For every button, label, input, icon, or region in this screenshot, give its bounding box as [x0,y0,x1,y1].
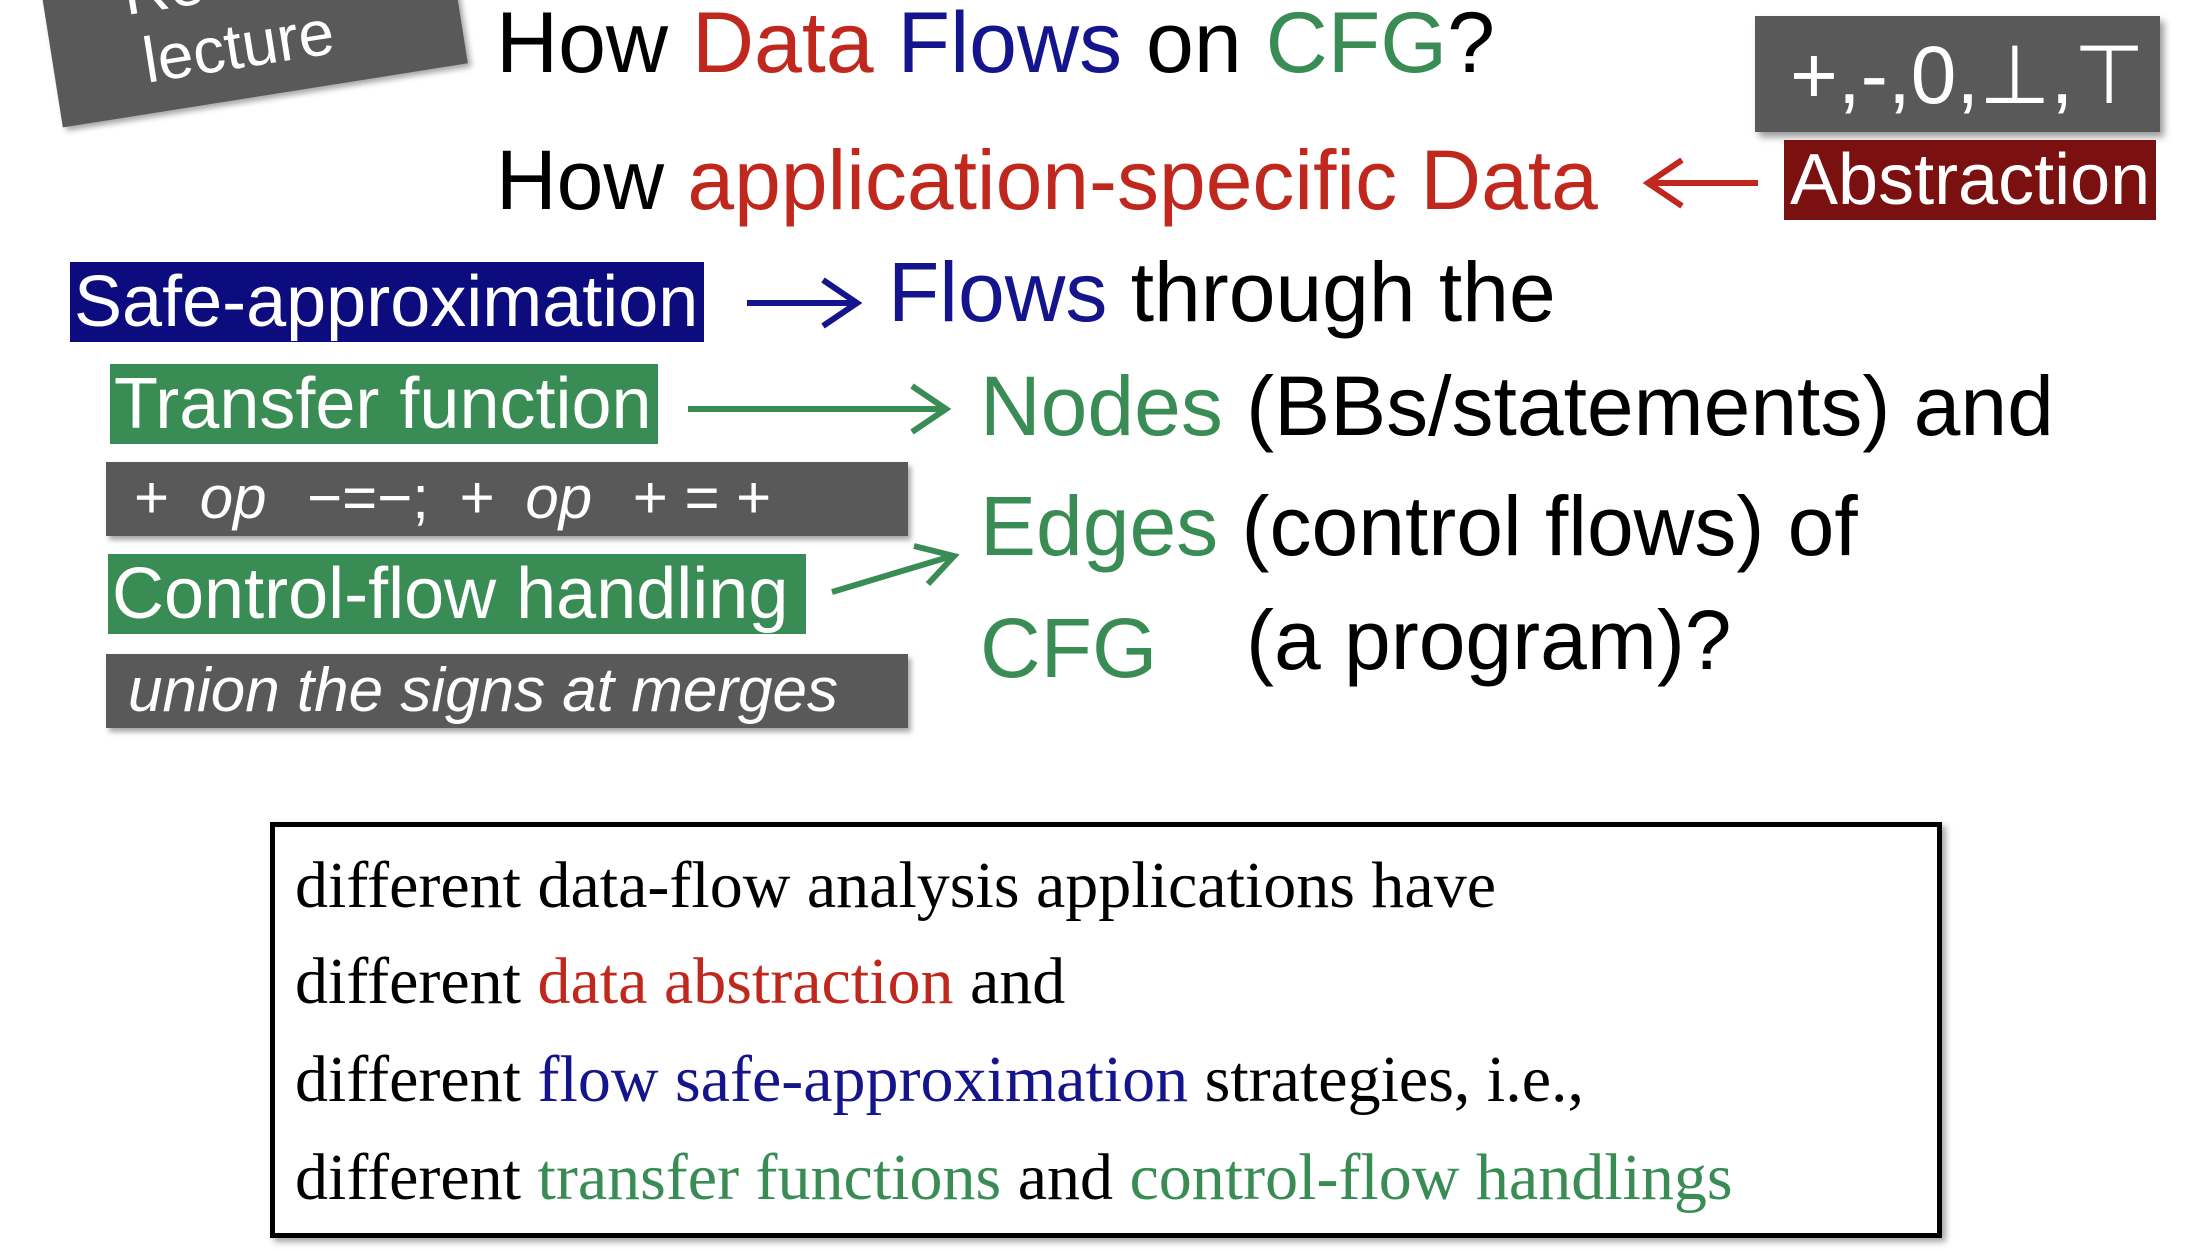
summary-l4-c: and [1017,1141,1113,1214]
line-nodes: Nodes (BBs/statements) and [980,358,2054,455]
op-rule-plus1: + [134,464,170,531]
flows-word: Flows [888,245,1108,339]
line-flows-through: Flows through the [888,244,1556,341]
recap-stamp: Re lecture [30,0,468,128]
union-note-box: union the signs at merges [106,654,908,728]
summary-l3-a: different [295,1043,522,1116]
summary-line-1: different data-flow analysis application… [295,848,1496,924]
line2-how: How [496,133,665,227]
line2-app-data: application-specific Data [687,133,1598,227]
cfg-rest: (a program)? [1246,593,1732,687]
summary-l3-c: strategies, i.e., [1204,1043,1585,1116]
title-how: How [496,0,669,91]
nodes-rest: (BBs/statements) and [1246,359,2054,453]
op-rule-op1: op [199,464,267,531]
abstraction-arrow-icon [1642,157,1758,209]
edges-rest: (control flows) of [1241,479,1858,573]
op-rule-op2: op [525,464,593,531]
summary-line-4: different transfer functions and control… [295,1140,1733,1216]
slide-title: How Data Flows on CFG? [496,0,1495,93]
summary-l3-b: flow safe-approximation [537,1043,1189,1116]
transfer-function-label: Transfer function [110,364,658,444]
transfer-arrow-icon [688,383,952,435]
title-flows: Flows [897,0,1123,91]
summary-line-2: different data abstraction and [295,944,1065,1020]
summary-l2-c: and [970,945,1066,1018]
line-edges: Edges (control flows) of [980,478,1858,575]
title-cfg: CFG [1265,0,1448,91]
op-rule-plus2: + [459,464,495,531]
summary-l4-a: different [295,1141,522,1214]
title-on: on [1146,0,1242,91]
op-rule-box: + op −=−; + op + = + [106,462,908,536]
safe-approx-arrow-icon [747,277,863,329]
edges-word: Edges [980,479,1219,573]
through-the-text: through the [1130,245,1556,339]
control-flow-arrow-icon [831,543,960,595]
safe-approximation-label: Safe-approximation [70,262,704,342]
signs-lattice-text: +,-,0,⊥,⊤ [1790,30,2145,121]
cfg-word: CFG [980,601,1158,695]
nodes-word: Nodes [980,359,1223,453]
union-note-text: union the signs at merges [128,656,838,725]
summary-l2-b: data abstraction [537,945,954,1018]
summary-l4-d: control-flow handlings [1129,1141,1733,1214]
op-rule-minus-eq: −=−; [307,464,429,531]
op-rule-plus-eq: + = + [632,464,772,531]
summary-l1: different data-flow analysis application… [295,849,1497,922]
control-flow-handling-label: Control-flow handling [108,554,806,634]
title-qmark: ? [1447,0,1495,91]
title-data: Data [691,0,874,91]
abstraction-label: Abstraction [1784,140,2157,220]
summary-line-3: different flow safe-approximation strate… [295,1042,1584,1118]
summary-l2-a: different [295,945,522,1018]
summary-l4-b: transfer functions [537,1141,1002,1214]
line-application-data: How application-specific Data [496,132,1598,229]
